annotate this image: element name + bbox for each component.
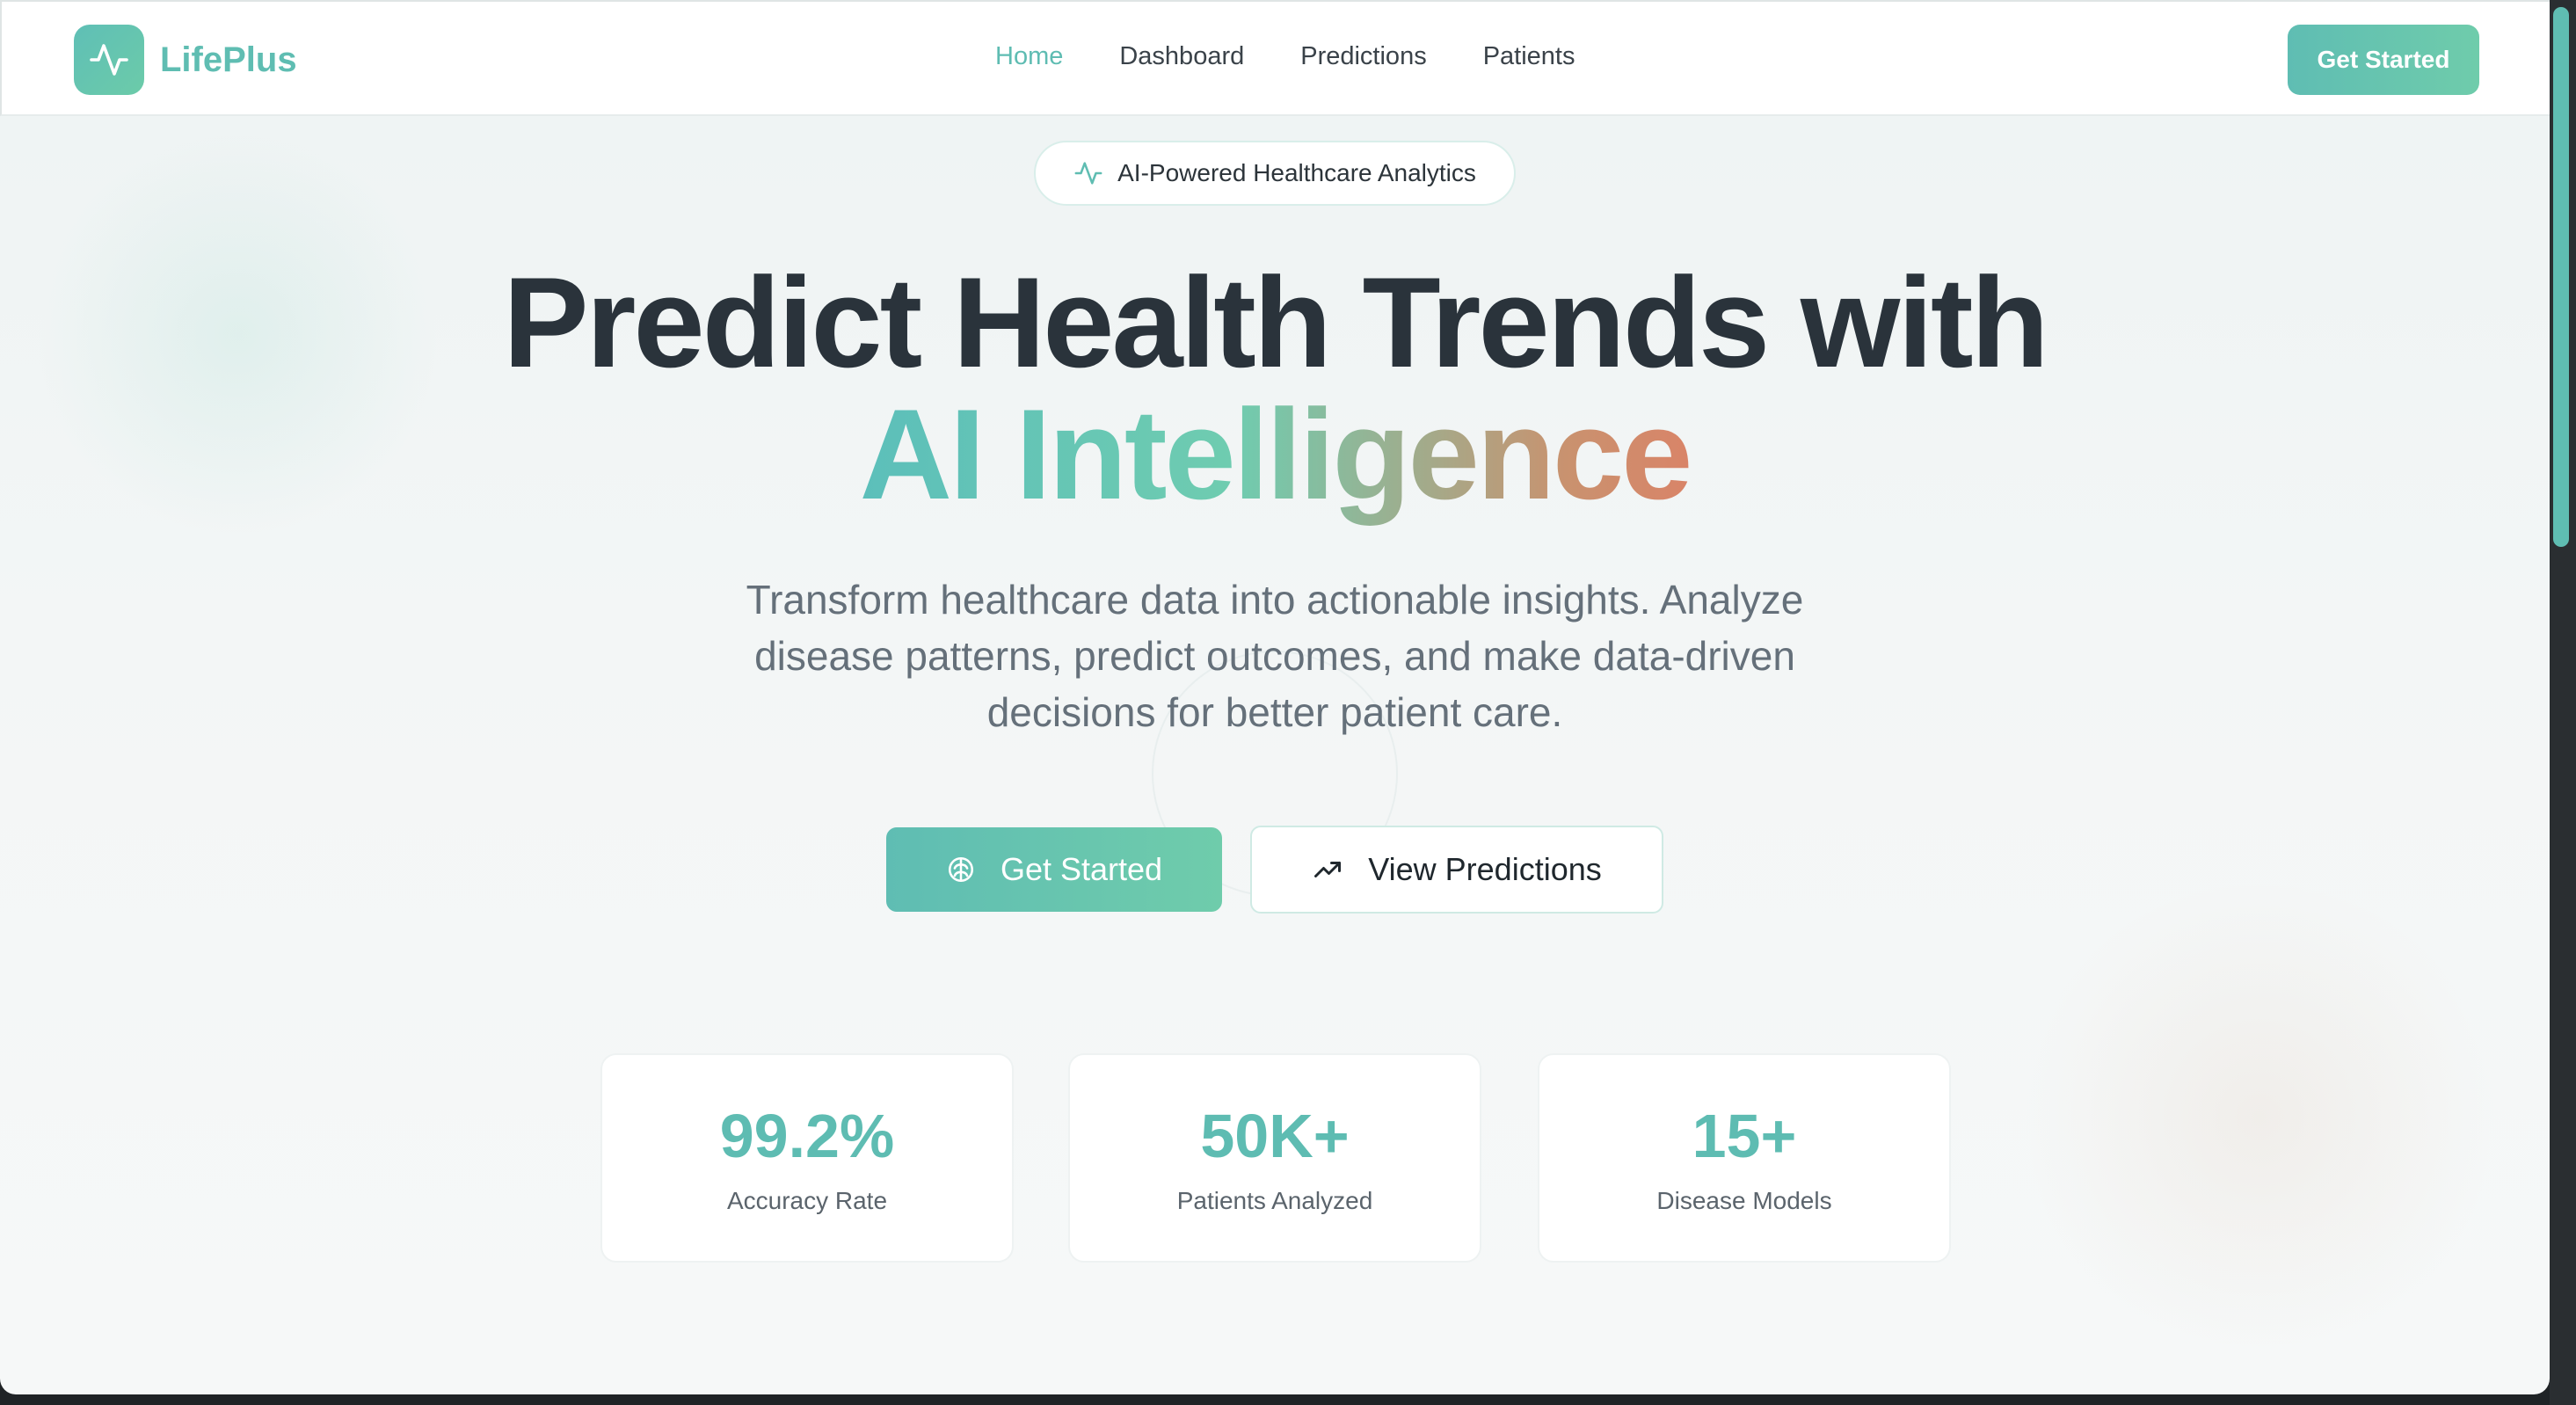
stat-card-accuracy: 99.2% Accuracy Rate <box>600 1053 1014 1263</box>
stat-value: 99.2% <box>719 1102 895 1170</box>
stat-card-patients: 50K+ Patients Analyzed <box>1068 1053 1481 1263</box>
stat-label: Disease Models <box>1656 1187 1832 1214</box>
nav-link-home[interactable]: Home <box>995 42 1063 71</box>
hero-subtitle: Transform healthcare data into actionabl… <box>746 577 1804 735</box>
view-predictions-button[interactable]: View Predictions <box>1250 826 1663 914</box>
top-navbar: LifePlus Home Dashboard Predictions Pati… <box>0 0 2550 116</box>
page-scrollbar[interactable] <box>2550 0 2576 1405</box>
activity-pulse-icon <box>1073 158 1103 188</box>
hero-badge-text: AI-Powered Healthcare Analytics <box>1117 159 1476 186</box>
browser-viewport: LifePlus Home Dashboard Predictions Pati… <box>0 0 2550 1394</box>
get-started-label: Get Started <box>1000 851 1163 887</box>
trending-up-icon <box>1312 854 1343 885</box>
stat-label: Accuracy Rate <box>726 1187 888 1214</box>
stat-value: 50K+ <box>1200 1102 1350 1170</box>
hero-title: Predict Health Trends with <box>503 251 2048 394</box>
brain-icon <box>946 855 976 884</box>
stat-label: Patients Analyzed <box>1176 1187 1373 1214</box>
stat-value: 15+ <box>1692 1102 1797 1170</box>
main-nav: Home Dashboard Predictions Patients <box>995 42 1632 71</box>
view-predictions-label: View Predictions <box>1368 851 1602 887</box>
get-started-button[interactable]: Get Started <box>886 827 1222 912</box>
hero-title-accent: AI Intelligence <box>0 389 2550 521</box>
brand-logo[interactable]: LifePlus <box>74 25 297 95</box>
hero-title-accent-text: AI Intelligence <box>859 382 1693 526</box>
stat-card-models: 15+ Disease Models <box>1538 1053 1951 1263</box>
hero-badge: AI-Powered Healthcare Analytics <box>1034 141 1516 206</box>
nav-link-dashboard[interactable]: Dashboard <box>1119 42 1244 71</box>
nav-get-started-button[interactable]: Get Started <box>2288 25 2479 95</box>
brand-name: LifePlus <box>160 40 297 79</box>
background-glow <box>2022 879 2497 1354</box>
scrollbar-thumb[interactable] <box>2553 7 2569 547</box>
nav-link-patients[interactable]: Patients <box>1483 42 1575 71</box>
nav-link-predictions[interactable]: Predictions <box>1300 42 1426 71</box>
activity-pulse-icon <box>74 25 144 95</box>
